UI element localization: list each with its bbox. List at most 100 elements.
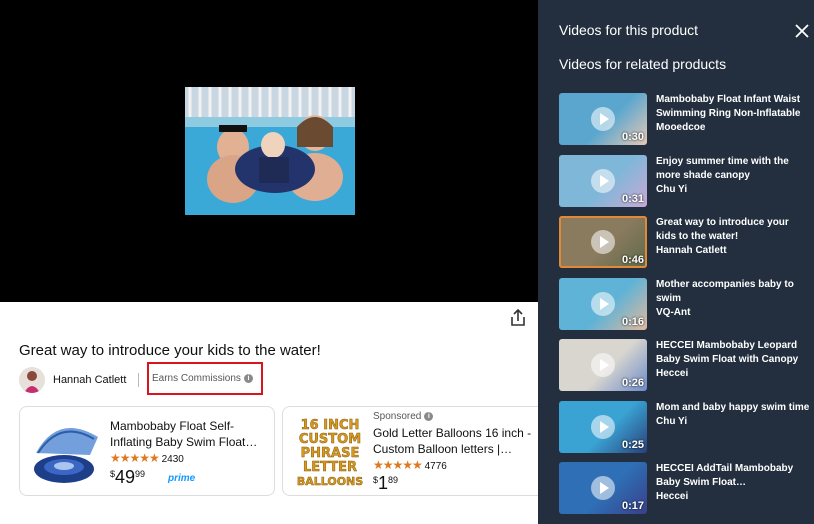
video-thumbnail[interactable]: 0:16: [559, 277, 647, 330]
balloon-letters-image: 16 INCH CUSTOM PHRASE LETTER BALLOONS: [291, 415, 369, 489]
video-item-title: Mom and baby happy swim time: [656, 401, 810, 413]
price-currency: $: [373, 475, 379, 485]
video-thumbnail[interactable]: 0:46: [559, 216, 647, 268]
related-heading: Videos for related products: [559, 56, 727, 72]
rating-count: 4776: [424, 461, 447, 472]
video-item-text[interactable]: Mother accompanies baby to swim VQ-Ant: [656, 278, 811, 320]
play-icon[interactable]: [591, 353, 615, 377]
video-item-title: HECCEI AddTail Mambobaby Baby Swim Float…: [656, 463, 794, 488]
video-item-text[interactable]: HECCEI AddTail Mambobaby Baby Swim Float…: [656, 462, 811, 504]
close-icon: [795, 24, 809, 38]
video-list-item[interactable]: 0:16 Mother accompanies baby to swim VQ-An…: [559, 277, 811, 334]
video-item-title: Enjoy summer time with the more shade ca…: [656, 155, 789, 181]
video-item-creator: VQ-Ant: [656, 306, 691, 318]
play-icon[interactable]: [591, 414, 615, 439]
image-text-line: BALLOONS: [297, 475, 363, 488]
video-list-item[interactable]: 0:17 HECCEI AddTail Mambobaby Baby Swim F…: [559, 462, 809, 518]
earns-commissions-label[interactable]: Earns Commissions i: [147, 362, 263, 395]
image-text-line: 16 INCH: [301, 418, 360, 433]
prime-badge-icon: prime: [168, 473, 196, 484]
video-item-title: HECCEI Mambobaby Leopard Baby Swim Float…: [656, 340, 799, 365]
share-button[interactable]: [508, 308, 528, 328]
image-text-line: LETTER: [303, 460, 357, 475]
video-duration: 0:31: [621, 192, 644, 205]
divider: [138, 373, 140, 387]
product-price: $189: [373, 473, 398, 494]
video-item-creator: Hannah Catlett: [656, 245, 727, 256]
info-icon[interactable]: i: [424, 412, 434, 421]
video-item-creator: Heccei: [656, 491, 689, 502]
creator-avatar[interactable]: [19, 367, 45, 393]
video-duration: 0:17: [621, 500, 644, 512]
video-thumbnail[interactable]: 0:26: [559, 339, 647, 391]
play-icon[interactable]: [591, 107, 615, 131]
image-text-line: CUSTOM: [299, 432, 361, 447]
video-player[interactable]: [0, 0, 538, 302]
video-item-text[interactable]: HECCEI Mambobaby Leopard Baby Swim Float…: [656, 339, 811, 381]
video-title: Great way to introduce your kids to the …: [19, 342, 321, 359]
video-duration: 0:46: [621, 254, 644, 266]
video-thumbnail[interactable]: 0:30: [559, 93, 647, 145]
star-rating-icon: ★★★★★: [110, 451, 160, 465]
video-item-creator: Chu Yi: [656, 183, 688, 195]
video-list-item[interactable]: 0:25 Mom and baby happy swim time Chu Yi: [559, 400, 811, 457]
video-list-item[interactable]: 0:31 Enjoy summer time with the more shad…: [559, 154, 811, 211]
product-price: $4999: [110, 467, 145, 488]
product-title[interactable]: Mambobaby Float Self-Inflating Baby Swim…: [110, 418, 270, 450]
price-whole: 49: [115, 467, 136, 487]
close-button[interactable]: [794, 23, 810, 39]
star-rating-icon: ★★★★★: [373, 458, 423, 472]
product-title[interactable]: Gold Letter Balloons 16 inch - Custom Ba…: [373, 425, 533, 457]
video-list-item[interactable]: 0:26 HECCEI Mambobaby Leopard Baby Swim F…: [559, 339, 809, 395]
video-item-creator: Heccei: [656, 368, 689, 379]
product-image[interactable]: [28, 415, 106, 489]
video-frame[interactable]: [185, 87, 355, 215]
play-icon[interactable]: [591, 291, 615, 316]
video-item-text[interactable]: Mambobaby Float Infant Waist Swimming Ri…: [656, 93, 811, 135]
rating-count: 2430: [161, 454, 184, 465]
price-cents: 89: [388, 475, 399, 485]
video-duration: 0:16: [621, 315, 644, 328]
video-item-title: Mambobaby Float Infant Waist Swimming Ri…: [656, 94, 801, 119]
video-thumbnail[interactable]: 0:17: [559, 462, 647, 514]
sponsored-label[interactable]: Sponsored i: [373, 411, 434, 422]
price-whole: 1: [378, 473, 389, 493]
video-thumbnail[interactable]: 0:25: [559, 400, 647, 453]
video-item-text[interactable]: Enjoy summer time with the more shade ca…: [656, 155, 811, 197]
creator-info: Hannah Catlett: [19, 367, 140, 393]
video-item-title: Mother accompanies baby to swim: [656, 278, 794, 304]
price-cents: 99: [135, 469, 146, 479]
info-icon[interactable]: i: [243, 374, 253, 383]
play-icon[interactable]: [591, 230, 615, 254]
play-icon[interactable]: [591, 168, 615, 193]
panel-heading: Videos for this product: [559, 22, 699, 38]
video-duration: 0:26: [621, 377, 644, 389]
video-still-image: [185, 87, 355, 215]
play-icon[interactable]: [591, 476, 615, 500]
sponsored-product-card[interactable]: 16 INCH CUSTOM PHRASE LETTER BALLOONS Sp…: [282, 406, 538, 496]
videos-panel: Videos for this product Videos for relat…: [538, 0, 814, 524]
video-item-text[interactable]: Great way to introduce your kids to the …: [656, 216, 811, 258]
video-player-section: Great way to introduce your kids to the …: [0, 0, 538, 524]
product-rating[interactable]: ★★★★★ 2430: [110, 451, 184, 465]
product-rating[interactable]: ★★★★★ 4776: [373, 458, 447, 472]
video-duration: 0:25: [621, 438, 644, 451]
price-currency: $: [110, 469, 116, 479]
video-duration: 0:30: [621, 131, 644, 143]
video-thumbnail[interactable]: 0:31: [559, 154, 647, 207]
swim-float-image: [34, 428, 98, 483]
share-icon: [511, 308, 525, 326]
product-image[interactable]: 16 INCH CUSTOM PHRASE LETTER BALLOONS: [291, 415, 369, 489]
video-list-item[interactable]: 0:30 Mambobaby Float Infant Waist Swimmin…: [559, 93, 809, 149]
video-item-text[interactable]: Mom and baby happy swim time Chu Yi: [656, 401, 811, 429]
earns-commissions-text: Earns Commissions: [152, 373, 241, 384]
video-item-creator: Chu Yi: [656, 415, 688, 427]
video-list-item[interactable]: 0:46 Great way to introduce your kids to …: [559, 216, 809, 272]
video-item-creator: Mooedcoe: [656, 122, 706, 133]
avatar-image: [19, 367, 45, 393]
video-item-title: Great way to introduce your kids to the …: [656, 217, 789, 242]
product-card[interactable]: Mambobaby Float Self-Inflating Baby Swim…: [19, 406, 275, 496]
sponsored-text: Sponsored: [373, 411, 422, 422]
image-text-line: PHRASE: [301, 446, 360, 461]
creator-name[interactable]: Hannah Catlett: [53, 374, 126, 386]
